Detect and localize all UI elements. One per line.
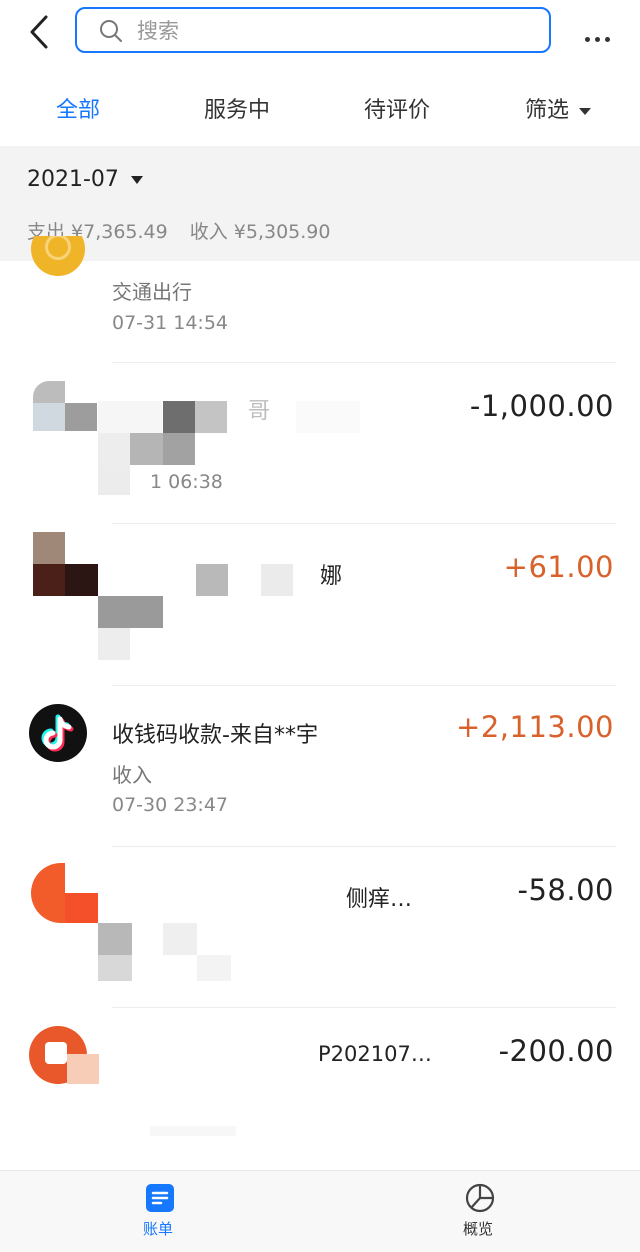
tab-all[interactable]: 全部 <box>56 92 100 124</box>
search-input[interactable] <box>135 15 519 47</box>
transaction-time: 07-31 14:54 <box>112 312 229 334</box>
search-box[interactable] <box>75 7 551 53</box>
blurred-avatar <box>33 532 98 596</box>
transaction-amount: +61.00 <box>503 550 614 584</box>
transaction-amount: +2,113.00 <box>456 710 614 744</box>
transaction-row[interactable]: 娜 +61.00 <box>0 524 640 684</box>
transaction-title: 哥 <box>248 399 271 424</box>
income-total: 收入 ¥5,305.90 <box>189 221 331 243</box>
month-selector[interactable]: 2021-07 <box>27 167 143 192</box>
tab-pending-review[interactable]: 待评价 <box>364 92 430 124</box>
transaction-title: 侧痒… <box>346 887 413 912</box>
transaction-amount: -1,000.00 <box>469 389 614 423</box>
filter-label: 筛选 <box>525 98 570 123</box>
bill-list-icon <box>146 1184 174 1212</box>
tab-in-service[interactable]: 服务中 <box>204 92 270 124</box>
transaction-amount: -58.00 <box>517 873 614 907</box>
transaction-row[interactable]: 哥 1 06:38 -1,000.00 <box>0 363 640 523</box>
transaction-amount: -200.00 <box>498 1034 614 1068</box>
bottom-navigation <box>0 1170 640 1252</box>
filter-dropdown-icon <box>579 107 592 115</box>
transaction-row[interactable]: P202107… -200.00 <box>0 1008 640 1168</box>
nav-bill-label: 账单 <box>143 1220 174 1238</box>
month-dropdown-icon <box>130 176 143 184</box>
blurred-avatar <box>29 1026 99 1086</box>
search-icon <box>100 20 122 42</box>
pie-chart-icon <box>465 1183 495 1213</box>
transaction-row[interactable]: 侧痒… -58.00 <box>0 847 640 1007</box>
more-options-icon[interactable] <box>585 27 617 42</box>
transaction-category: 交通出行 <box>112 280 192 304</box>
transaction-row[interactable]: 收钱码收款-来自**宇 收入 07-30 23:47 +2,113.00 <box>0 686 640 846</box>
transaction-title: P202107… <box>318 1042 432 1066</box>
tab-filter[interactable]: 筛选 <box>525 92 592 124</box>
month-label: 2021-07 <box>27 167 119 192</box>
transaction-time: 07-30 23:47 <box>112 794 229 816</box>
transaction-title: 娜 <box>320 564 343 589</box>
blurred-avatar <box>31 863 98 923</box>
transit-avatar <box>31 236 85 278</box>
back-arrow-icon[interactable] <box>22 14 56 50</box>
nav-overview-label: 概览 <box>463 1220 494 1238</box>
blurred-avatar <box>33 381 97 431</box>
transaction-title: 收钱码收款-来自**宇 <box>112 723 318 748</box>
transaction-category: 收入 <box>112 763 152 787</box>
douyin-logo-icon <box>29 704 87 762</box>
transaction-time: 1 06:38 <box>150 471 223 493</box>
